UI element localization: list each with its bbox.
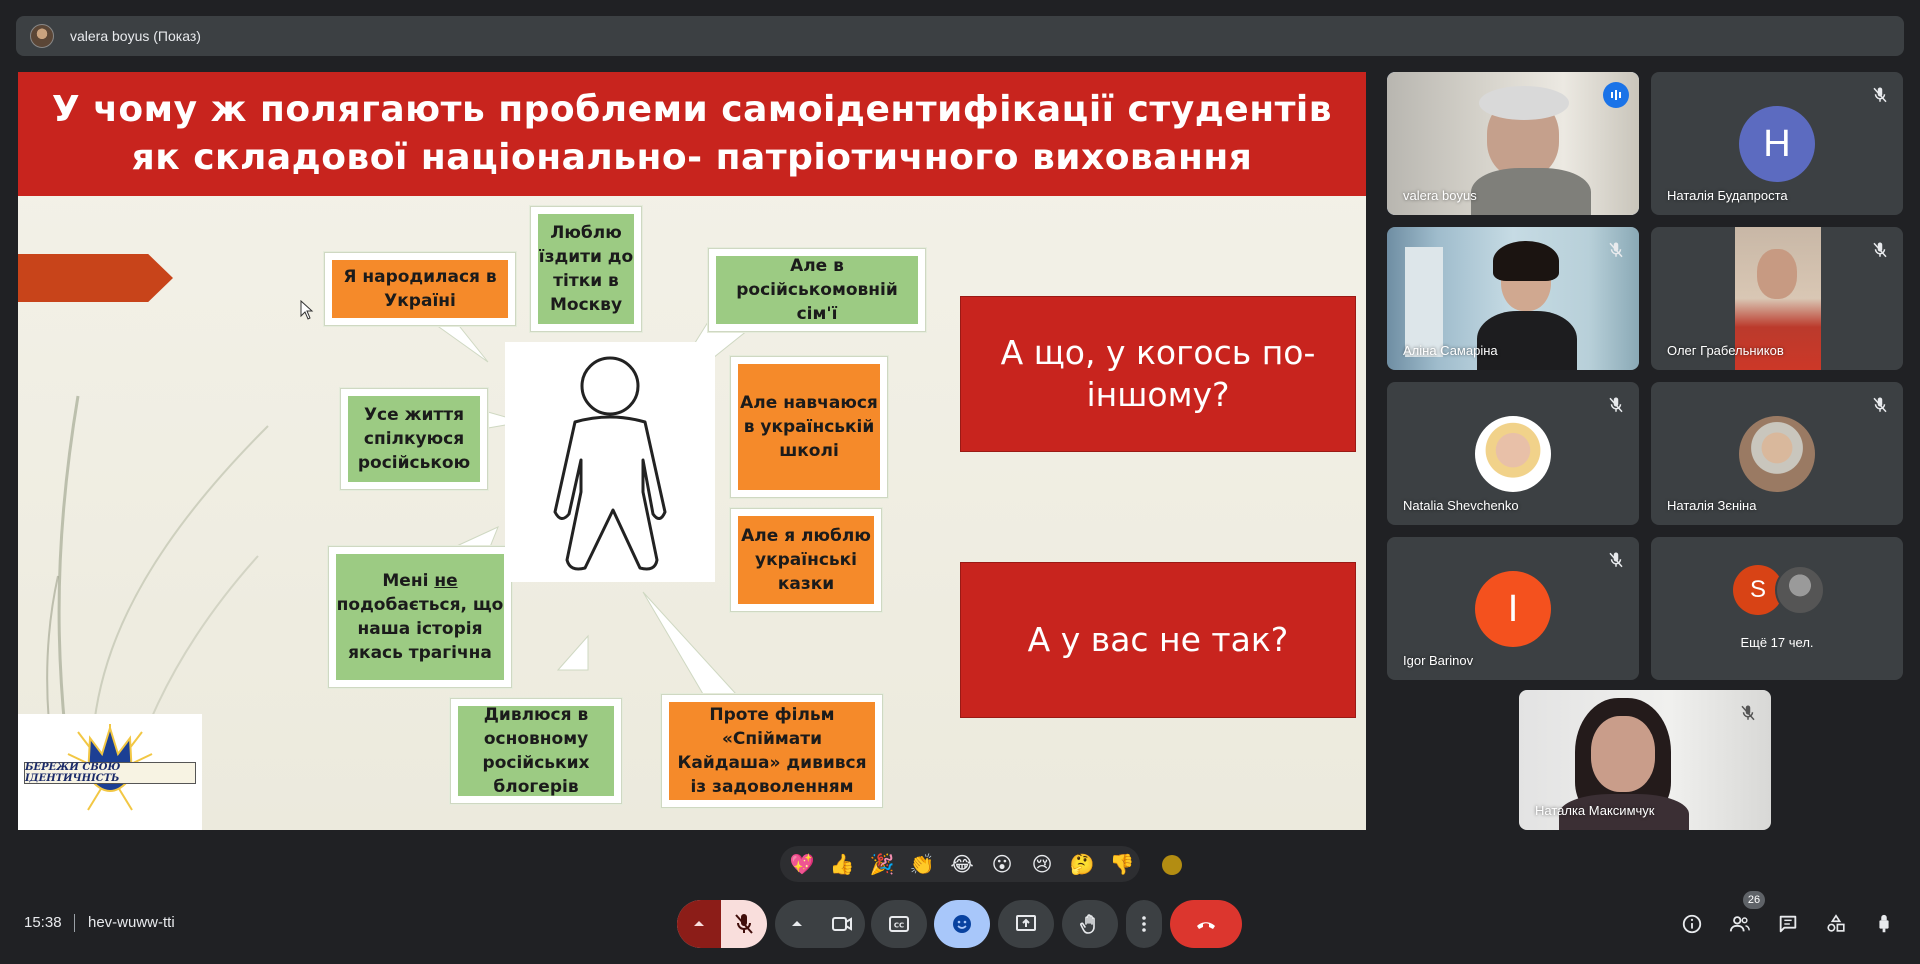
avatar: I (1475, 571, 1551, 647)
shared-slide: У чому ж полягають проблеми самоідентифі… (18, 72, 1366, 830)
participant-name: Наталія Будапроста (1667, 188, 1788, 203)
video-settings-chevron-icon[interactable] (775, 900, 819, 948)
participant-name: Аліна Самаріна (1403, 343, 1498, 358)
activities-button[interactable] (1822, 910, 1850, 938)
reaction-sad-button[interactable]: 😢 (1026, 852, 1058, 877)
reaction-thumbs-up-button[interactable]: 👍 (826, 852, 858, 877)
present-screen-icon (1016, 915, 1036, 931)
more-participants-tile[interactable]: S Ещё 17 чел. (1651, 537, 1903, 680)
meeting-details-button[interactable] (1678, 910, 1706, 938)
more-participants-label: Ещё 17 чел. (1740, 635, 1814, 650)
participant-name: Олег Грабельников (1667, 343, 1784, 358)
people-button[interactable] (1726, 910, 1754, 938)
closed-captions-icon: CC (889, 916, 909, 932)
camera-button[interactable] (819, 900, 865, 948)
bubble-speak-russian: Усе життя спілкуюся російською (340, 388, 488, 490)
bubble-russian-family: Але в російськомовній сім'ї (708, 248, 926, 332)
presenter-title: valera boyus (Показ) (70, 28, 201, 44)
mic-off-icon (1609, 552, 1623, 568)
speaking-indicator-icon (1603, 82, 1629, 108)
participant-count-badge: 26 (1743, 891, 1765, 909)
mic-off-icon (735, 914, 753, 934)
participant-tile-natalia-zenina[interactable]: Наталія Зєніна (1651, 382, 1903, 525)
participant-tile-natalka[interactable]: Наталка Максимчук (1519, 690, 1771, 830)
bubble-ukrainian-school: Але навчаюся в українській школі (730, 356, 888, 498)
people-icon (1729, 916, 1750, 932)
mic-off-icon (1873, 242, 1887, 258)
more-options-button[interactable] (1126, 900, 1162, 948)
camera-control[interactable] (775, 900, 865, 948)
host-controls-button[interactable] (1870, 910, 1898, 938)
question-box-1: А що, у когось по-іншому? (960, 296, 1356, 452)
chat-icon (1779, 915, 1797, 933)
reaction-party-button[interactable]: 🎉 (866, 852, 898, 877)
lock-person-icon (1879, 914, 1889, 933)
logo-banner: БЕРЕЖИ СВОЮ ІДЕНТИЧНІСТЬ (24, 762, 196, 784)
meeting-code: hev-wuww-tti (88, 914, 175, 931)
avatar (1775, 565, 1825, 615)
participant-name: Наталія Зєніна (1667, 498, 1757, 513)
identity-logo: БЕРЕЖИ СВОЮ ІДЕНТИЧНІСТЬ (18, 714, 202, 830)
microphone-control[interactable] (677, 900, 767, 948)
participant-name: Natalia Shevchenko (1403, 498, 1519, 513)
hang-up-icon (1197, 922, 1215, 929)
emoji-icon (953, 915, 971, 933)
leave-call-button[interactable] (1170, 900, 1242, 948)
mic-off-button[interactable] (721, 900, 767, 948)
camera-icon (832, 917, 852, 931)
participant-tile-igor[interactable]: I Igor Barinov (1387, 537, 1639, 680)
mic-off-icon (1741, 705, 1755, 721)
bubble-born-in-ukraine: Я народилася в Україні (324, 252, 516, 326)
presenter-avatar (30, 24, 54, 48)
participant-name: Наталка Максимчук (1535, 803, 1655, 818)
presenter-bar[interactable]: valera boyus (Показ) (16, 16, 1904, 56)
person-icon (553, 356, 667, 571)
reaction-thumbs-down-button[interactable]: 👎 (1106, 852, 1138, 877)
mic-off-icon (1609, 397, 1623, 413)
raise-hand-button[interactable] (1062, 900, 1118, 948)
avatar (1475, 416, 1551, 492)
participant-tile-natalia-shevchenko[interactable]: Natalia Shevchenko (1387, 382, 1639, 525)
bubble-ukrainian-tales: Але я люблю українські казки (730, 508, 882, 612)
question-box-2: А у вас не так? (960, 562, 1356, 718)
bubble-tragic-history: Мені не подобається, що наша історія яка… (328, 546, 512, 688)
mic-off-icon (1609, 242, 1623, 258)
bubble-travel-moscow: Люблю їздити до тітки в Москву (530, 206, 642, 332)
present-screen-button[interactable] (998, 900, 1054, 948)
info-icon (1682, 914, 1702, 934)
bubble-kaydash-film: Проте фільм «Спіймати Кайдаша» дивився і… (661, 694, 883, 808)
mouse-cursor-icon (300, 300, 314, 320)
mic-off-icon (1873, 397, 1887, 413)
captions-button[interactable]: CC (871, 900, 927, 948)
avatar (1739, 416, 1815, 492)
send-reaction-button[interactable] (934, 900, 990, 948)
divider (74, 914, 75, 932)
reaction-surprised-button[interactable]: 😮 (986, 852, 1018, 877)
skin-tone-selector[interactable] (1162, 855, 1182, 875)
participant-tile-oleg[interactable]: Олег Грабельников (1651, 227, 1903, 370)
bubble-russian-bloggers: Дивлюся в основному російських блогерів (450, 698, 622, 804)
avatar: Н (1739, 106, 1815, 182)
clock: 15:38 (24, 914, 62, 931)
reactions-bar[interactable]: 💖 👍 🎉 👏 😂 😮 😢 🤔 👎 (780, 846, 1140, 882)
participant-name: valera boyus (1403, 188, 1477, 203)
mic-off-icon (1873, 87, 1887, 103)
person-figure-area (505, 342, 715, 582)
activities-icon (1827, 914, 1845, 932)
participant-name: Igor Barinov (1403, 653, 1474, 668)
more-vert-icon (1142, 916, 1146, 932)
reaction-laugh-button[interactable]: 😂 (946, 852, 978, 877)
participant-tile-valera[interactable]: valera boyus (1387, 72, 1639, 215)
chat-button[interactable] (1774, 910, 1802, 938)
hand-icon (1080, 914, 1095, 934)
reaction-heart-button[interactable]: 💖 (786, 852, 818, 877)
reaction-clap-button[interactable]: 👏 (906, 852, 938, 877)
participant-tile-natalia-budaprosta[interactable]: Н Наталія Будапроста (1651, 72, 1903, 215)
audio-settings-chevron-icon[interactable] (677, 900, 721, 948)
svg-text:CC: CC (894, 922, 904, 930)
reaction-thinking-button[interactable]: 🤔 (1066, 852, 1098, 877)
participant-tile-alina[interactable]: Аліна Самаріна (1387, 227, 1639, 370)
